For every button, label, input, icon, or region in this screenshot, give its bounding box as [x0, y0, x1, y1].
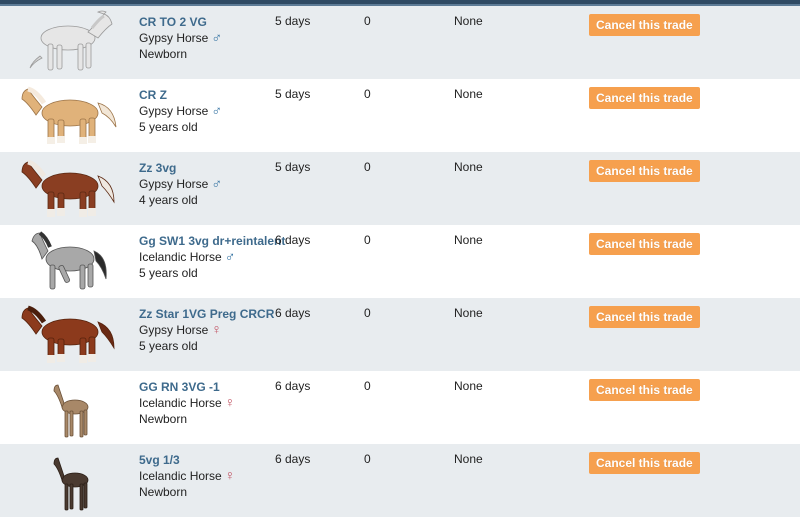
- horse-thumbnail[interactable]: [18, 373, 128, 441]
- horse-name-link[interactable]: GG RN 3VG -1: [139, 379, 279, 395]
- trade-row: CR Z Gypsy Horse ♂ 5 years old 5 days 0 N…: [0, 79, 800, 152]
- horse-age: 5 years old: [139, 339, 198, 353]
- horse-info: CR TO 2 VG Gypsy Horse ♂ Newborn: [139, 14, 279, 62]
- horse-image: [31, 231, 107, 290]
- trade-duration: 5 days: [275, 14, 311, 28]
- horse-info: GG RN 3VG -1 Icelandic Horse ♀ Newborn: [139, 379, 279, 427]
- horse-image: [53, 457, 89, 511]
- horse-breed: Gypsy Horse: [139, 31, 209, 45]
- horse-image: [21, 86, 117, 144]
- male-icon: ♂: [211, 29, 222, 45]
- female-icon: ♀: [211, 321, 222, 337]
- male-icon: ♂: [211, 175, 222, 191]
- trade-duration: 6 days: [275, 379, 311, 393]
- horse-thumbnail[interactable]: [18, 227, 128, 295]
- horse-thumbnail[interactable]: [18, 8, 128, 76]
- horse-breed: Icelandic Horse: [139, 250, 222, 264]
- trade-offers-count: 0: [364, 160, 371, 174]
- horse-breed: Icelandic Horse: [139, 469, 222, 483]
- horse-image: [29, 10, 113, 71]
- horse-age: 5 years old: [139, 120, 198, 134]
- horse-name-link[interactable]: Gg SW1 3vg dr+reintalent: [139, 233, 285, 249]
- trade-row: Gg SW1 3vg dr+reintalent Icelandic Horse…: [0, 225, 800, 298]
- trade-offers-count: 0: [364, 87, 371, 101]
- cancel-trade-button[interactable]: Cancel this trade: [589, 452, 700, 474]
- cancel-trade-button[interactable]: Cancel this trade: [589, 379, 700, 401]
- horse-age: 5 years old: [139, 266, 198, 280]
- trade-current-bid: None: [454, 306, 483, 320]
- cancel-trade-button[interactable]: Cancel this trade: [589, 160, 700, 182]
- trade-offers-count: 0: [364, 452, 371, 466]
- trade-duration: 6 days: [275, 233, 311, 247]
- horse-thumbnail[interactable]: [18, 300, 128, 368]
- horse-age: Newborn: [139, 47, 188, 61]
- horse-name-link[interactable]: CR Z: [139, 87, 279, 103]
- horse-breed: Icelandic Horse: [139, 396, 222, 410]
- trade-offers-count: 0: [364, 233, 371, 247]
- trade-offers-count: 0: [364, 14, 371, 28]
- horse-breed: Gypsy Horse: [139, 177, 209, 191]
- trade-offers-count: 0: [364, 306, 371, 320]
- female-icon: ♀: [224, 394, 236, 410]
- trade-row: 5vg 1/3 Icelandic Horse ♀ Newborn 6 days …: [0, 444, 800, 517]
- horse-name-link[interactable]: CR TO 2 VG: [139, 14, 279, 30]
- female-icon: ♀: [224, 467, 236, 483]
- trade-row: GG RN 3VG -1 Icelandic Horse ♀ Newborn 6 …: [0, 371, 800, 444]
- cancel-trade-button[interactable]: Cancel this trade: [589, 87, 700, 109]
- trade-duration: 6 days: [275, 452, 311, 466]
- male-icon: ♂: [224, 248, 236, 264]
- trade-current-bid: None: [454, 452, 483, 466]
- male-icon: ♂: [211, 102, 222, 118]
- trade-duration: 5 days: [275, 160, 311, 174]
- horse-name-link[interactable]: Zz 3vg: [139, 160, 279, 176]
- horse-age: Newborn: [139, 485, 188, 499]
- trade-row: CR TO 2 VG Gypsy Horse ♂ Newborn 5 days 0…: [0, 6, 800, 79]
- horse-age: 4 years old: [139, 193, 198, 207]
- horse-thumbnail[interactable]: [18, 154, 128, 222]
- cancel-trade-button[interactable]: Cancel this trade: [589, 14, 700, 36]
- trade-current-bid: None: [454, 379, 483, 393]
- cancel-trade-button[interactable]: Cancel this trade: [589, 306, 700, 328]
- horse-info: Gg SW1 3vg dr+reintalent Icelandic Horse…: [139, 233, 285, 281]
- horse-info: Zz 3vg Gypsy Horse ♂ 4 years old: [139, 160, 279, 208]
- trade-current-bid: None: [454, 160, 483, 174]
- trade-duration: 6 days: [275, 306, 311, 320]
- trade-current-bid: None: [454, 14, 483, 28]
- horse-breed: Gypsy Horse: [139, 323, 209, 337]
- horse-name-link[interactable]: 5vg 1/3: [139, 452, 279, 468]
- trade-current-bid: None: [454, 233, 483, 247]
- horse-image: [53, 384, 89, 438]
- trade-offers-count: 0: [364, 379, 371, 393]
- horse-name-link[interactable]: Zz Star 1VG Preg CRCR: [139, 306, 279, 322]
- trade-row: Zz 3vg Gypsy Horse ♂ 4 years old 5 days 0…: [0, 152, 800, 225]
- horse-breed: Gypsy Horse: [139, 104, 209, 118]
- trade-duration: 5 days: [275, 87, 311, 101]
- horse-info: Zz Star 1VG Preg CRCR Gypsy Horse ♀ 5 yea…: [139, 306, 279, 354]
- trade-list: CR TO 2 VG Gypsy Horse ♂ Newborn 5 days 0…: [0, 6, 800, 517]
- trade-current-bid: None: [454, 87, 483, 101]
- horse-thumbnail[interactable]: [18, 446, 128, 514]
- horse-info: CR Z Gypsy Horse ♂ 5 years old: [139, 87, 279, 135]
- horse-image: [21, 159, 115, 217]
- horse-image: [21, 305, 115, 363]
- horse-thumbnail[interactable]: [18, 81, 128, 149]
- trade-row: Zz Star 1VG Preg CRCR Gypsy Horse ♀ 5 yea…: [0, 298, 800, 371]
- cancel-trade-button[interactable]: Cancel this trade: [589, 233, 700, 255]
- horse-age: Newborn: [139, 412, 188, 426]
